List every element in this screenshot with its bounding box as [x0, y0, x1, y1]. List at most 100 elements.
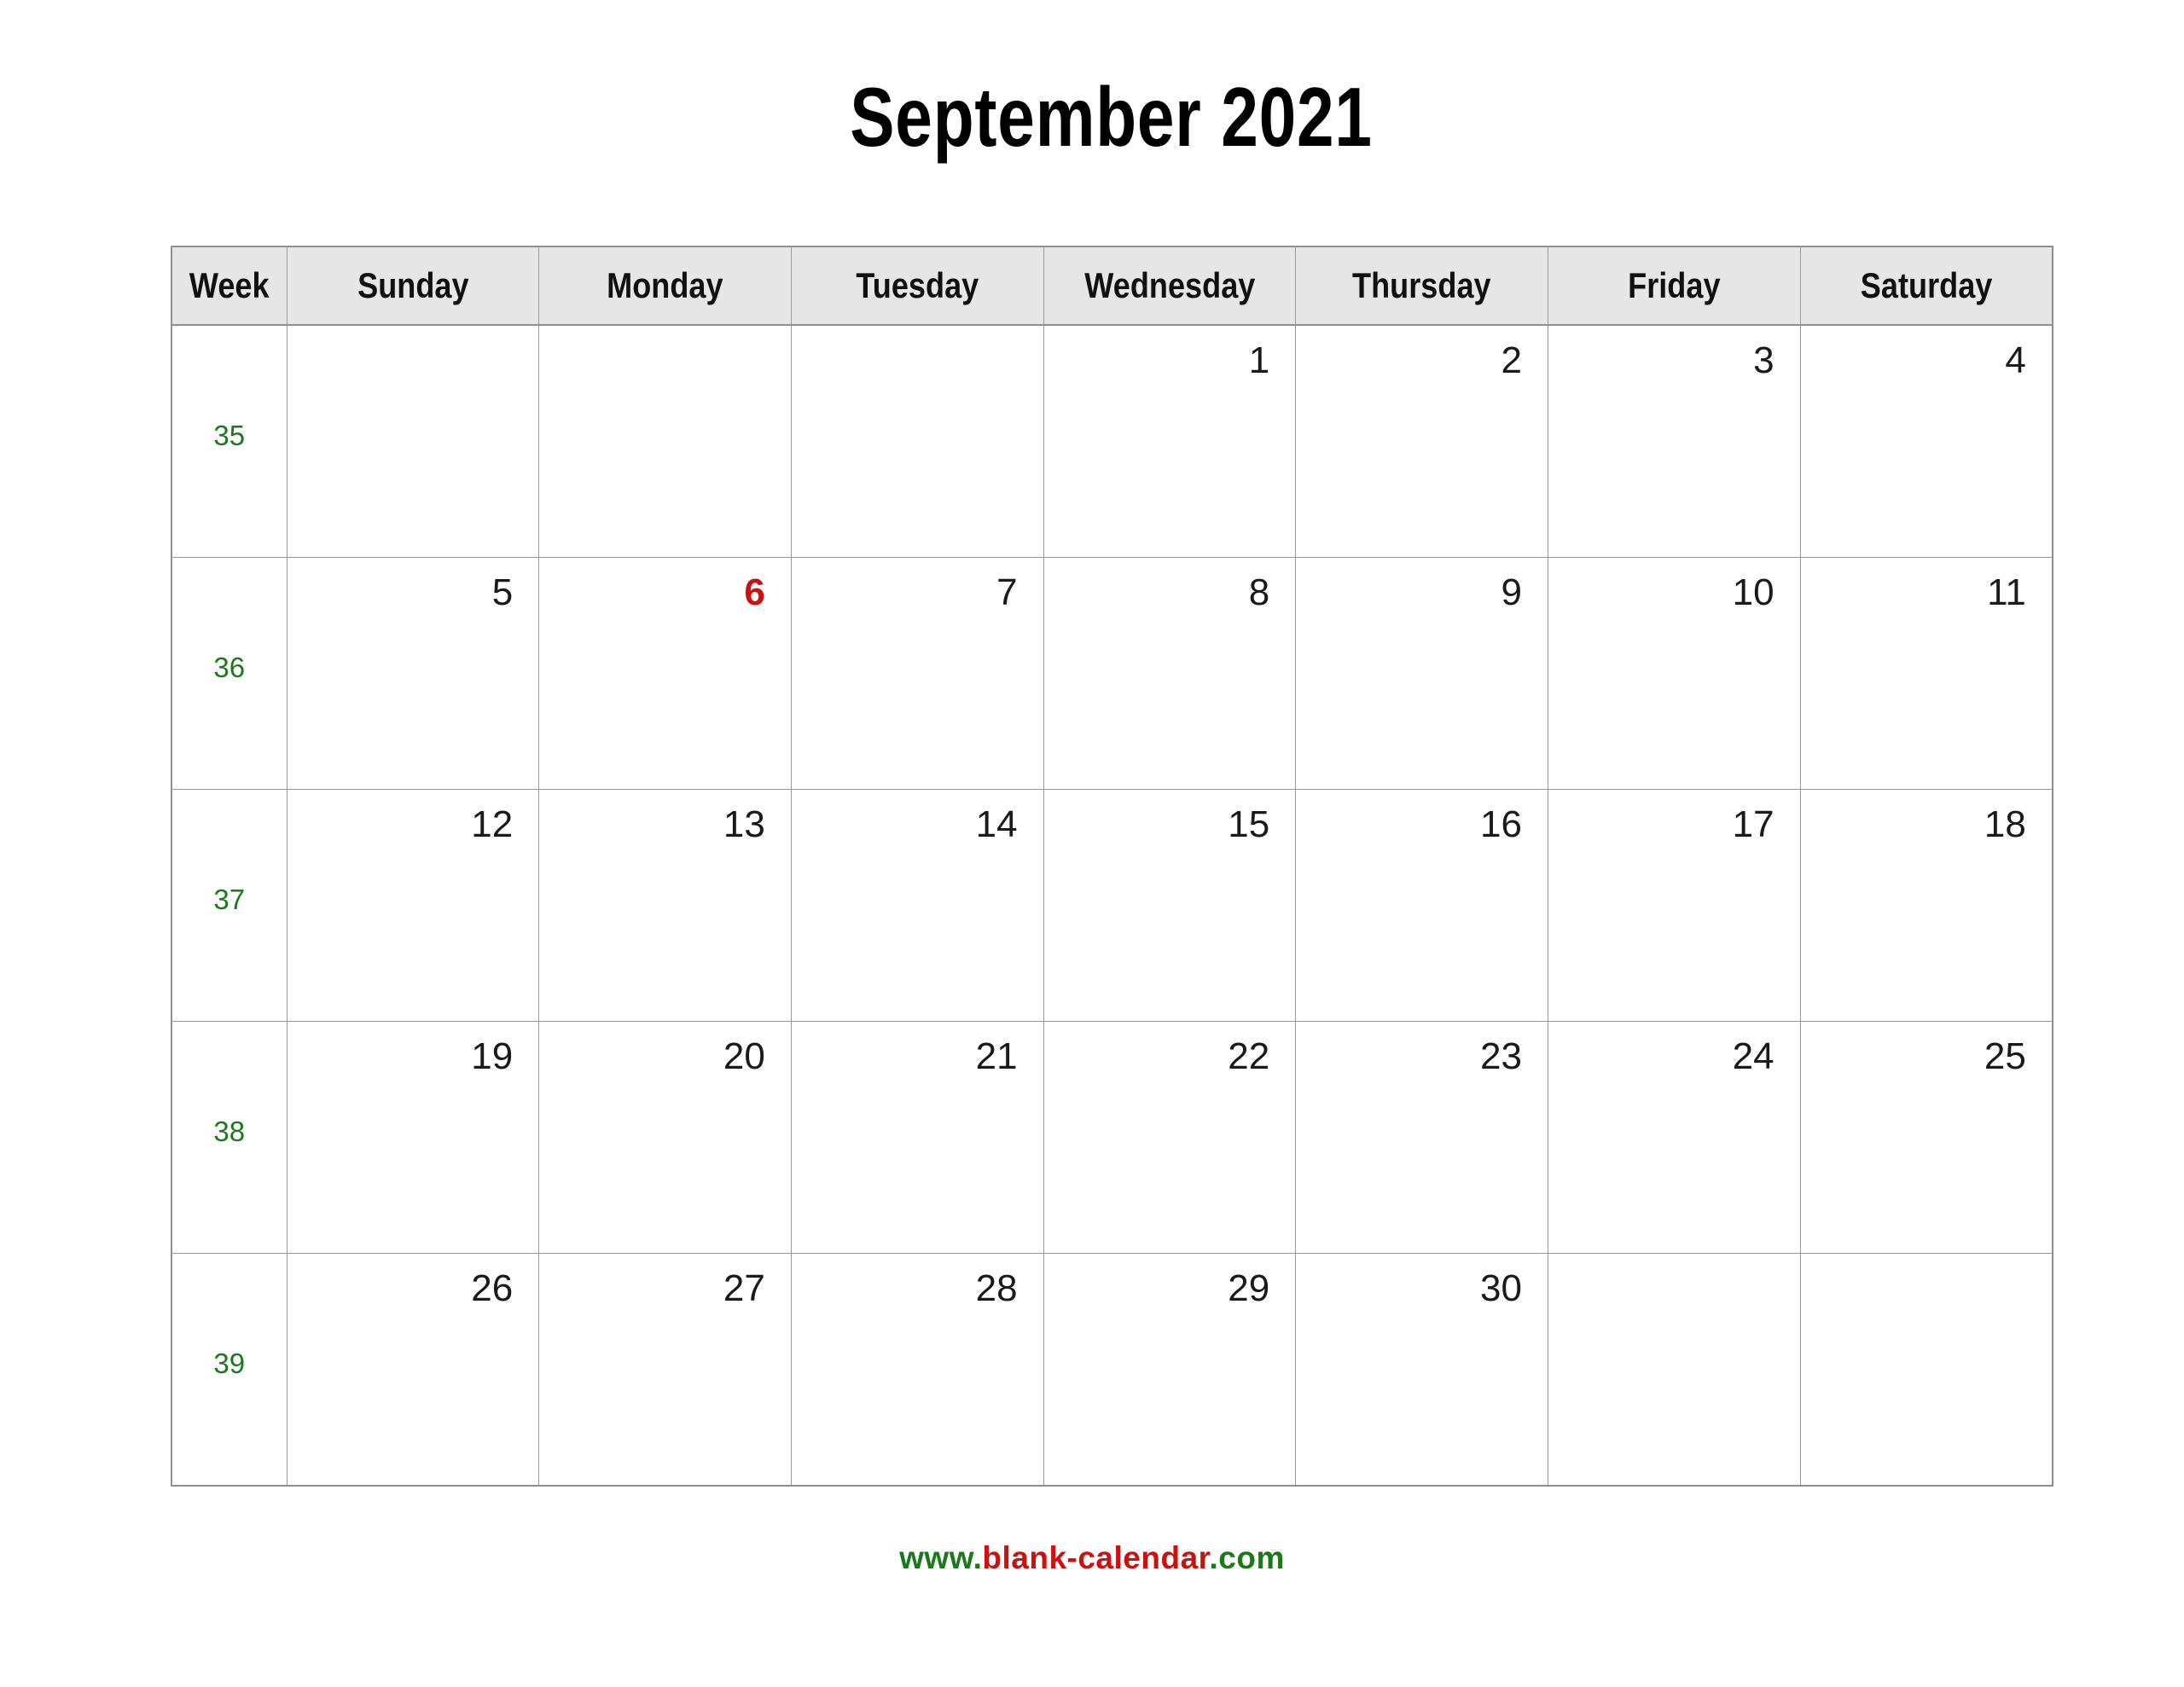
day-cell[interactable]: 12 [286, 789, 540, 1022]
header-day-label: Wednesday [1083, 265, 1255, 305]
day-cell[interactable]: 29 [1043, 1253, 1297, 1487]
week-number: 36 [213, 652, 246, 683]
day-cell-empty[interactable] [286, 324, 540, 558]
day-number: 1 [1248, 339, 1270, 381]
day-cell[interactable]: 5 [286, 557, 540, 790]
week-number-cell: 37 [171, 789, 288, 1022]
day-number: 18 [1984, 803, 2026, 845]
page-title: September 2021 [850, 70, 1373, 164]
day-number: 23 [1479, 1035, 1522, 1077]
day-cell-empty[interactable] [1547, 1253, 1801, 1487]
day-number: 20 [723, 1035, 765, 1077]
day-cell[interactable]: 11 [1799, 557, 2053, 790]
day-cell-empty[interactable] [1799, 1253, 2053, 1487]
day-number [792, 326, 1043, 380]
day-cell[interactable]: 18 [1799, 789, 2053, 1022]
day-cell[interactable]: 13 [538, 789, 792, 1022]
weekday-header-row: Week Sunday Monday Tuesday Wednesday Thursday… [171, 246, 2053, 326]
header-day-label: Friday [1628, 265, 1721, 305]
header-day-4: Thursday [1295, 246, 1548, 326]
day-cell[interactable]: 22 [1043, 1021, 1297, 1254]
header-day-label: Sunday [357, 265, 469, 305]
day-number: 29 [1228, 1267, 1270, 1309]
day-cell[interactable]: 15 [1043, 789, 1297, 1022]
week-number-cell: 39 [171, 1253, 288, 1487]
week-number-cell: 38 [171, 1021, 288, 1254]
day-cell[interactable]: 17 [1547, 789, 1801, 1022]
day-cell[interactable]: 10 [1547, 557, 1801, 790]
day-number: 15 [1228, 803, 1270, 845]
header-day-label: Thursday [1352, 265, 1491, 305]
day-cell[interactable]: 23 [1295, 1021, 1548, 1254]
header-day-label: Tuesday [856, 265, 979, 305]
week-number: 39 [213, 1348, 246, 1379]
header-day-label: Monday [607, 265, 723, 305]
day-cell[interactable]: 9 [1295, 557, 1548, 790]
week-number: 35 [213, 420, 246, 451]
day-number: 27 [723, 1267, 765, 1309]
day-number: 24 [1732, 1035, 1774, 1077]
day-number: 9 [1501, 571, 1522, 613]
day-cell-empty[interactable] [538, 324, 792, 558]
calendar-week-row: 36 5 6 7 8 9 10 11 [171, 557, 2053, 790]
header-day-label: Saturday [1860, 265, 1992, 305]
day-cell[interactable]: 26 [286, 1253, 540, 1487]
week-number: 38 [213, 1116, 246, 1147]
footer-site-name: blank-calendar [982, 1540, 1210, 1575]
day-number [539, 326, 791, 380]
week-number-cell: 36 [171, 557, 288, 790]
day-cell[interactable]: 3 [1547, 324, 1801, 558]
day-cell[interactable]: 27 [538, 1253, 792, 1487]
day-number: 22 [1228, 1035, 1270, 1077]
day-cell[interactable]: 25 [1799, 1021, 2053, 1254]
header-day-6: Saturday [1799, 246, 2053, 326]
header-day-5: Friday [1547, 246, 1801, 326]
day-cell[interactable]: 19 [286, 1021, 540, 1254]
day-number: 13 [723, 803, 765, 845]
day-number: 11 [1987, 571, 2026, 613]
day-cell[interactable]: 8 [1043, 557, 1297, 790]
day-number: 10 [1732, 571, 1774, 613]
header-week-label: Week [189, 265, 270, 305]
day-cell[interactable]: 14 [790, 789, 1044, 1022]
day-number: 26 [471, 1267, 514, 1309]
day-cell[interactable]: 7 [790, 557, 1044, 790]
header-day-0: Sunday [286, 246, 540, 326]
day-number: 5 [491, 571, 514, 613]
calendar-body: 35 1 2 3 4 36 5 6 7 8 9 10 11 37 12 13 14 15 16 17 18 38 19 20… [171, 324, 2053, 1487]
day-cell[interactable]: 6 [538, 557, 792, 790]
day-number: 28 [975, 1267, 1018, 1309]
day-cell[interactable]: 16 [1295, 789, 1548, 1022]
calendar-week-row: 39 26 27 28 29 30 [171, 1253, 2053, 1487]
header-day-3: Wednesday [1043, 246, 1297, 326]
day-number: 16 [1479, 803, 1522, 845]
day-cell[interactable]: 24 [1547, 1021, 1801, 1254]
header-day-1: Monday [538, 246, 792, 326]
day-cell[interactable]: 28 [790, 1253, 1044, 1487]
calendar-header-row: Week Sunday Monday Tuesday Wednesday Thursday… [171, 246, 2053, 326]
day-number [1801, 1254, 2052, 1308]
day-number: 25 [1984, 1035, 2026, 1077]
calendar-page: September 2021 Week Sunday Monday Tuesday We… [0, 0, 2184, 1687]
day-number-holiday: 6 [744, 571, 765, 613]
day-number: 30 [1479, 1267, 1522, 1309]
day-number: 2 [1501, 339, 1522, 381]
day-number: 7 [996, 571, 1018, 613]
day-cell[interactable]: 21 [790, 1021, 1044, 1254]
footer-suffix: .com [1209, 1540, 1285, 1575]
day-number: 14 [975, 803, 1018, 845]
day-cell[interactable]: 1 [1043, 324, 1297, 558]
day-number: 8 [1248, 571, 1270, 613]
day-number: 21 [975, 1035, 1018, 1077]
day-cell-empty[interactable] [790, 324, 1044, 558]
header-week: Week [171, 246, 288, 326]
footer-website-link[interactable]: www.blank-calendar.com [0, 1540, 2184, 1576]
week-number: 37 [213, 884, 246, 915]
day-cell[interactable]: 30 [1295, 1253, 1548, 1487]
day-cell[interactable]: 2 [1295, 324, 1548, 558]
day-number: 4 [2005, 339, 2026, 381]
day-cell[interactable]: 4 [1799, 324, 2053, 558]
day-number [288, 326, 539, 380]
day-cell[interactable]: 20 [538, 1021, 792, 1254]
calendar-week-row: 37 12 13 14 15 16 17 18 [171, 789, 2053, 1022]
